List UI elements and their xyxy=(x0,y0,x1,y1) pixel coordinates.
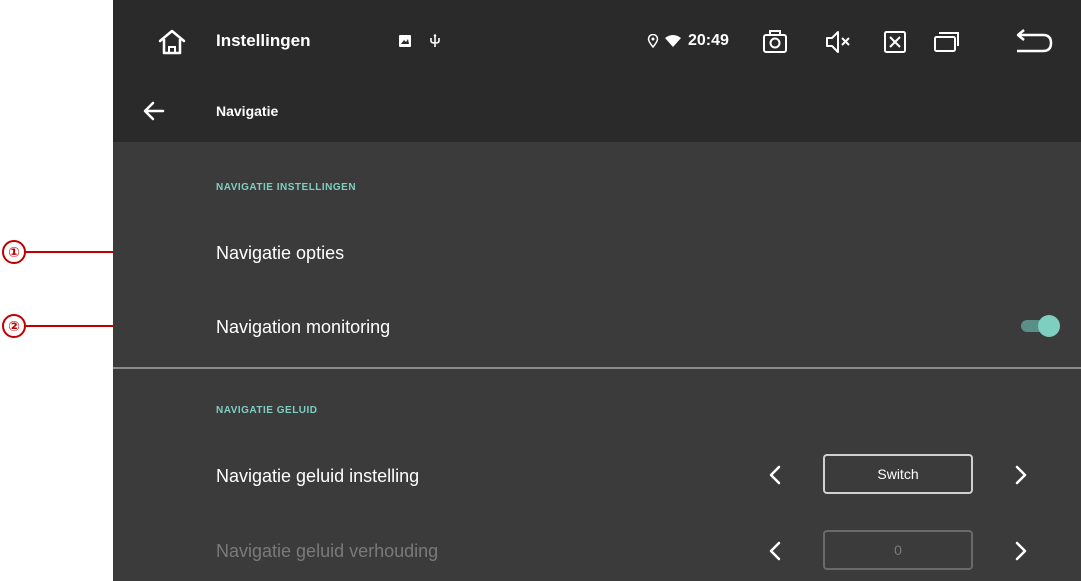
location-icon xyxy=(647,34,659,48)
wifi-icon xyxy=(665,35,681,47)
screenshot-icon[interactable] xyxy=(760,27,790,57)
chevron-left-icon[interactable] xyxy=(764,539,786,563)
return-icon[interactable] xyxy=(1011,27,1055,57)
toggle-thumb xyxy=(1038,315,1060,337)
sound-setting-value[interactable]: Switch xyxy=(823,454,973,494)
image-icon xyxy=(399,35,411,47)
setting-item-navigatie-opties[interactable]: Navigatie opties xyxy=(216,243,344,264)
setting-item-navigation-monitoring[interactable]: Navigation monitoring xyxy=(216,317,390,338)
callout-number: ① xyxy=(2,240,26,264)
usb-icon xyxy=(430,34,440,47)
home-icon[interactable] xyxy=(157,28,187,56)
back-arrow-icon[interactable] xyxy=(141,98,167,124)
chevron-right-icon[interactable] xyxy=(1010,463,1032,487)
device-screen: Instellingen 20:49 Navigatie NAVIGATIE I… xyxy=(113,0,1081,581)
chevron-left-icon[interactable] xyxy=(764,463,786,487)
navigation-monitoring-toggle[interactable] xyxy=(1021,315,1061,337)
section-divider xyxy=(113,367,1081,369)
section-header-navigatie-instellingen: NAVIGATIE INSTELLINGEN xyxy=(216,182,357,193)
page: ① ② Instellingen 20:49 Navigatie NAVIGAT… xyxy=(0,0,1081,581)
recent-apps-icon[interactable] xyxy=(931,27,961,57)
setting-item-navigatie-geluid-instelling: Navigatie geluid instelling xyxy=(216,466,420,486)
clock: 20:49 xyxy=(688,32,729,49)
status-bar-title: Instellingen xyxy=(216,31,311,50)
setting-item-navigatie-geluid-verhouding: Navigatie geluid verhouding xyxy=(216,541,439,561)
mute-icon[interactable] xyxy=(823,27,853,57)
chevron-right-icon[interactable] xyxy=(1010,539,1032,563)
close-box-icon[interactable] xyxy=(880,27,910,57)
sound-ratio-value: 0 xyxy=(823,530,973,570)
section-header-navigatie-geluid: NAVIGATIE GELUID xyxy=(216,405,318,416)
callout-number: ② xyxy=(2,314,26,338)
page-title: Navigatie xyxy=(216,103,279,119)
